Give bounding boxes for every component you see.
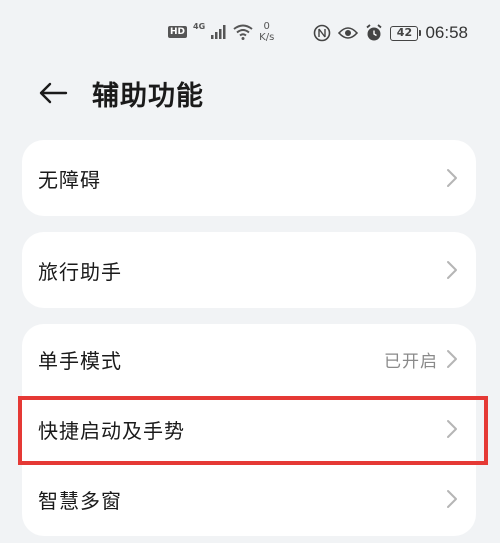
list-item-status: 已开启 [384,351,438,372]
network-type: 4G [193,21,206,31]
signal-icon [211,25,227,39]
list-item-shortcuts-gestures[interactable]: 快捷启动及手势 [22,394,476,464]
speed-unit: K/s [259,32,275,43]
status-bar: HD 4G 0 K/s 42 06:58 [0,0,500,60]
list-item-label: 无障碍 [38,167,101,192]
status-bar-system: 42 06:58 [313,21,468,45]
hd-icon: HD [168,26,188,38]
list-item-multi-window[interactable]: 智慧多窗 [22,464,476,534]
list-item-label: 旅行助手 [38,259,122,284]
eye-comfort-icon [338,26,359,40]
list-item-label: 快捷启动及手势 [38,418,185,443]
settings-group-accessibility: 无障碍 [22,140,476,216]
chevron-right-icon [446,260,458,280]
page-header: 辅助功能 [0,70,500,116]
status-time: 06:58 [425,23,468,42]
list-item-label: 单手模式 [38,348,122,373]
arrow-left-icon [39,82,68,104]
status-bar-network: HD 4G 0 K/s [168,20,274,44]
chevron-right-icon [446,489,458,509]
speed-value: 0 [263,21,270,32]
list-item-accessibility[interactable]: 无障碍 [22,140,476,216]
settings-group-travel: 旅行助手 [22,232,476,308]
nfc-icon [313,24,331,42]
alarm-icon [365,24,383,42]
back-button[interactable] [36,78,70,108]
list-item-label: 智慧多窗 [38,488,122,513]
battery-icon: 42 [390,25,422,41]
network-speed: 0 K/s [259,21,274,43]
chevron-right-icon [446,419,458,439]
list-item-one-handed-mode[interactable]: 单手模式 已开启 [22,324,476,394]
page-title: 辅助功能 [92,81,204,112]
settings-group-gestures: 单手模式 已开启 快捷启动及手势 智慧多窗 [22,324,476,536]
list-item-travel-assistant[interactable]: 旅行助手 [22,232,476,308]
wifi-icon [233,24,253,40]
chevron-right-icon [446,349,458,369]
chevron-right-icon [446,168,458,188]
